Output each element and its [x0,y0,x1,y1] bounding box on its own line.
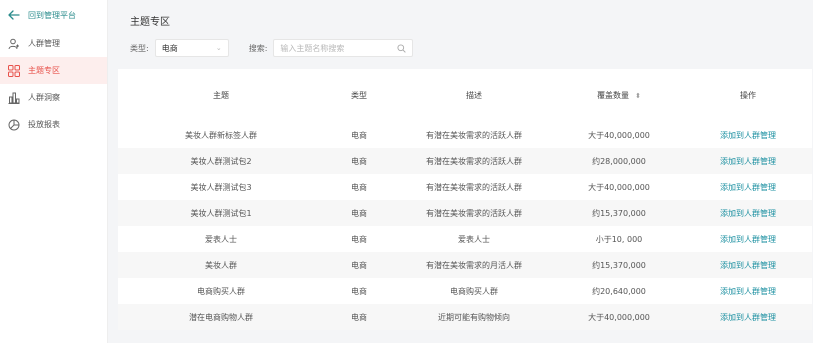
add-to-crowd-button[interactable]: 添加到人群管理 [684,130,812,141]
table-row: 美妆人群 电商 有潜在美妆需求的月活人群 约15,370,000 添加到人群管理 [118,252,812,278]
grid-icon [8,64,20,77]
add-to-crowd-button[interactable]: 添加到人群管理 [684,312,812,323]
filter-bar: 类型: 电商 ⌄ 搜索: 输入主题名称搜索 [130,39,414,57]
user-add-icon [8,38,20,50]
cell-coverage: 小于10, 000 [595,234,643,244]
table-row: 美妆人群测试包1 电商 有潜在美妆需求的活跃人群 约15,370,000 添加到… [118,200,812,226]
theme-table: 主题 类型 描述 覆盖数量 ⬍ 操作 美妆人群新标签人群 电商 有潜在美妆需求的活… [118,69,812,330]
sidebar-item-label: 主题专区 [28,66,60,75]
add-to-crowd-button[interactable]: 添加到人群管理 [684,286,812,297]
cell-theme: 美妆人群 [205,260,237,270]
cell-type: 电商 [351,260,367,270]
cell-type: 电商 [351,208,367,218]
cell-type: 电商 [351,286,367,296]
back-to-admin-link[interactable]: 回到管理平台 [0,0,107,30]
pie-chart-icon [8,119,20,131]
sidebar-item-label: 人群管理 [28,39,60,48]
cell-theme: 潜在电商购物人群 [189,312,253,322]
table-row: 爱表人士 电商 爱表人士 小于10, 000 添加到人群管理 [118,226,812,252]
header-theme: 主题 [213,91,229,100]
search-icon[interactable] [397,43,407,53]
cell-theme: 电商购买人群 [197,286,245,296]
table-row: 美妆人群测试包2 电商 有潜在美妆需求的活跃人群 约28,000,000 添加到… [118,148,812,174]
type-select[interactable]: 电商 ⌄ [154,39,229,57]
arrow-left-icon [8,10,20,20]
cell-coverage: 约28,000,000 [592,156,646,166]
header-coverage[interactable]: 覆盖数量 ⬍ [554,90,684,101]
cell-description: 有潜在美妆需求的月活人群 [426,260,522,270]
table-row: 美妆人群测试包3 电商 有潜在美妆需求的活跃人群 大于40,000,000 添加… [118,174,812,200]
bar-chart-icon [8,92,20,104]
main-content: 主题专区 类型: 电商 ⌄ 搜索: 输入主题名称搜索 主题 类型 描述 覆盖数量… [108,0,813,343]
cell-type: 电商 [351,156,367,166]
cell-coverage: 大于40,000,000 [588,182,650,192]
cell-theme: 爱表人士 [205,234,237,244]
table-row: 潜在电商购物人群 电商 近期可能有购物倾向 大于40,000,000 添加到人群… [118,304,812,330]
sidebar-item-delivery-report[interactable]: 投放报表 [0,111,107,138]
sidebar-item-theme-zone[interactable]: 主题专区 [0,57,107,84]
sidebar-item-label: 人群洞察 [28,93,60,102]
cell-coverage: 约15,370,000 [592,260,646,270]
cell-theme: 美妆人群新标签人群 [185,130,257,140]
cell-type: 电商 [351,130,367,140]
cell-type: 电商 [351,182,367,192]
add-to-crowd-button[interactable]: 添加到人群管理 [684,156,812,167]
header-coverage-label: 覆盖数量 [597,91,630,100]
header-type: 类型 [351,91,367,100]
cell-coverage: 约20,640,000 [592,286,646,296]
add-to-crowd-button[interactable]: 添加到人群管理 [684,182,812,193]
sidebar: 回到管理平台 人群管理 主题专区 人群洞察 投放报表 [0,0,108,343]
sidebar-item-crowd-insight[interactable]: 人群洞察 [0,84,107,111]
cell-coverage: 约15,370,000 [592,208,646,218]
chevron-down-icon: ⌄ [215,44,222,52]
cell-description: 有潜在美妆需求的活跃人群 [426,156,522,166]
sidebar-item-label: 投放报表 [28,120,60,129]
search-placeholder: 输入主题名称搜索 [280,43,345,53]
cell-theme: 美妆人群测试包3 [190,182,252,192]
cell-description: 有潜在美妆需求的活跃人群 [426,182,522,192]
sidebar-item-crowd-management[interactable]: 人群管理 [0,30,107,57]
header-action: 操作 [740,91,756,100]
header-description: 描述 [466,91,482,100]
sort-icon[interactable]: ⬍ [635,92,641,100]
cell-type: 电商 [351,312,367,322]
back-label: 回到管理平台 [28,10,76,20]
table-row: 电商购买人群 电商 电商购买人群 约20,640,000 添加到人群管理 [118,278,812,304]
cell-coverage: 大于40,000,000 [588,312,650,322]
cell-description: 有潜在美妆需求的活跃人群 [426,208,522,218]
page-title: 主题专区 [130,17,170,28]
cell-description: 爱表人士 [458,234,490,244]
type-select-value: 电商 [161,43,178,53]
cell-type: 电商 [351,234,367,244]
add-to-crowd-button[interactable]: 添加到人群管理 [684,234,812,245]
type-filter-label: 类型: [130,43,149,53]
add-to-crowd-button[interactable]: 添加到人群管理 [684,208,812,219]
search-filter-label: 搜索: [248,43,268,53]
table-header-row: 主题 类型 描述 覆盖数量 ⬍ 操作 [118,69,812,122]
search-input[interactable]: 输入主题名称搜索 [273,39,414,57]
app: 回到管理平台 人群管理 主题专区 人群洞察 投放报表 主题专区 类型: 电商 ⌄… [0,0,813,343]
cell-coverage: 大于40,000,000 [588,130,650,140]
cell-theme: 美妆人群测试包1 [190,208,252,218]
add-to-crowd-button[interactable]: 添加到人群管理 [684,260,812,271]
cell-description: 电商购买人群 [450,286,498,296]
cell-description: 有潜在美妆需求的活跃人群 [426,130,522,140]
cell-theme: 美妆人群测试包2 [190,156,252,166]
table-row: 美妆人群新标签人群 电商 有潜在美妆需求的活跃人群 大于40,000,000 添… [118,122,812,148]
cell-description: 近期可能有购物倾向 [438,312,510,322]
